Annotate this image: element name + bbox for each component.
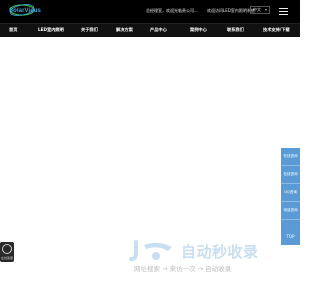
nav-item-support[interactable]: 技术支持/下载 — [263, 27, 290, 33]
notice-text[interactable]: 总经理室，欢迎光临贵公司... — [146, 8, 198, 14]
chevron-down-icon — [265, 9, 267, 11]
floating-contact-sidebar: 在线咨询 在线咨询 QQ咨询 电话咨询 TOP — [281, 148, 300, 245]
sidebar-item-label: 在线咨询 — [283, 154, 298, 158]
brand-name: SolarVieus — [9, 8, 41, 14]
sidebar-qq-consult[interactable]: QQ咨询 — [281, 184, 300, 202]
menu-icon[interactable] — [279, 8, 288, 15]
sidebar-online-consult[interactable]: 在线咨询 — [281, 148, 300, 166]
notice-text[interactable]: 欢迎访问LED室内照明系统 — [207, 8, 255, 14]
nav-item-about[interactable]: 关于我们 — [81, 27, 98, 33]
sidebar-item-label: QQ咨询 — [284, 190, 297, 194]
watermark-caption: 网址搜索 → 来访一次 → 自动收录 — [134, 265, 232, 273]
nav-item-contact[interactable]: 联系我们 — [227, 27, 244, 33]
sidebar-online-consult-2[interactable]: 在线咨询 — [281, 166, 300, 184]
nav-item-cases[interactable]: 案例中心 — [190, 27, 207, 33]
nav-item-home[interactable]: 首页 — [9, 27, 17, 33]
chat-caption: 在线客服 — [0, 256, 13, 260]
nav-item-products[interactable]: 产品中心 — [150, 27, 167, 33]
sidebar-phone-consult[interactable]: 电话咨询 — [281, 202, 300, 220]
language-select[interactable]: 中文 — [250, 6, 270, 14]
sidebar-item-label: 电话咨询 — [283, 208, 298, 212]
sidebar-item-label: 在线咨询 — [283, 172, 298, 176]
main-nav: 首页 LED室内照明 关于我们 解决方案 产品中心 案例中心 联系我们 技术支持… — [0, 23, 300, 37]
watermark-title: 自动秒收录 — [181, 243, 259, 261]
site-header: SolarVieus 总经理室，欢迎光临贵公司... 欢迎访问LED室内照明系统… — [0, 0, 300, 23]
online-chat-button[interactable]: 在线客服 — [0, 242, 14, 262]
back-to-top-button[interactable]: TOP — [281, 234, 300, 239]
nav-item-led-lighting[interactable]: LED室内照明 — [38, 27, 64, 33]
language-value: 中文 — [253, 7, 261, 12]
watermark-logo — [129, 240, 172, 261]
nav-item-solutions[interactable]: 解决方案 — [116, 27, 133, 33]
chat-icon — [2, 244, 12, 254]
